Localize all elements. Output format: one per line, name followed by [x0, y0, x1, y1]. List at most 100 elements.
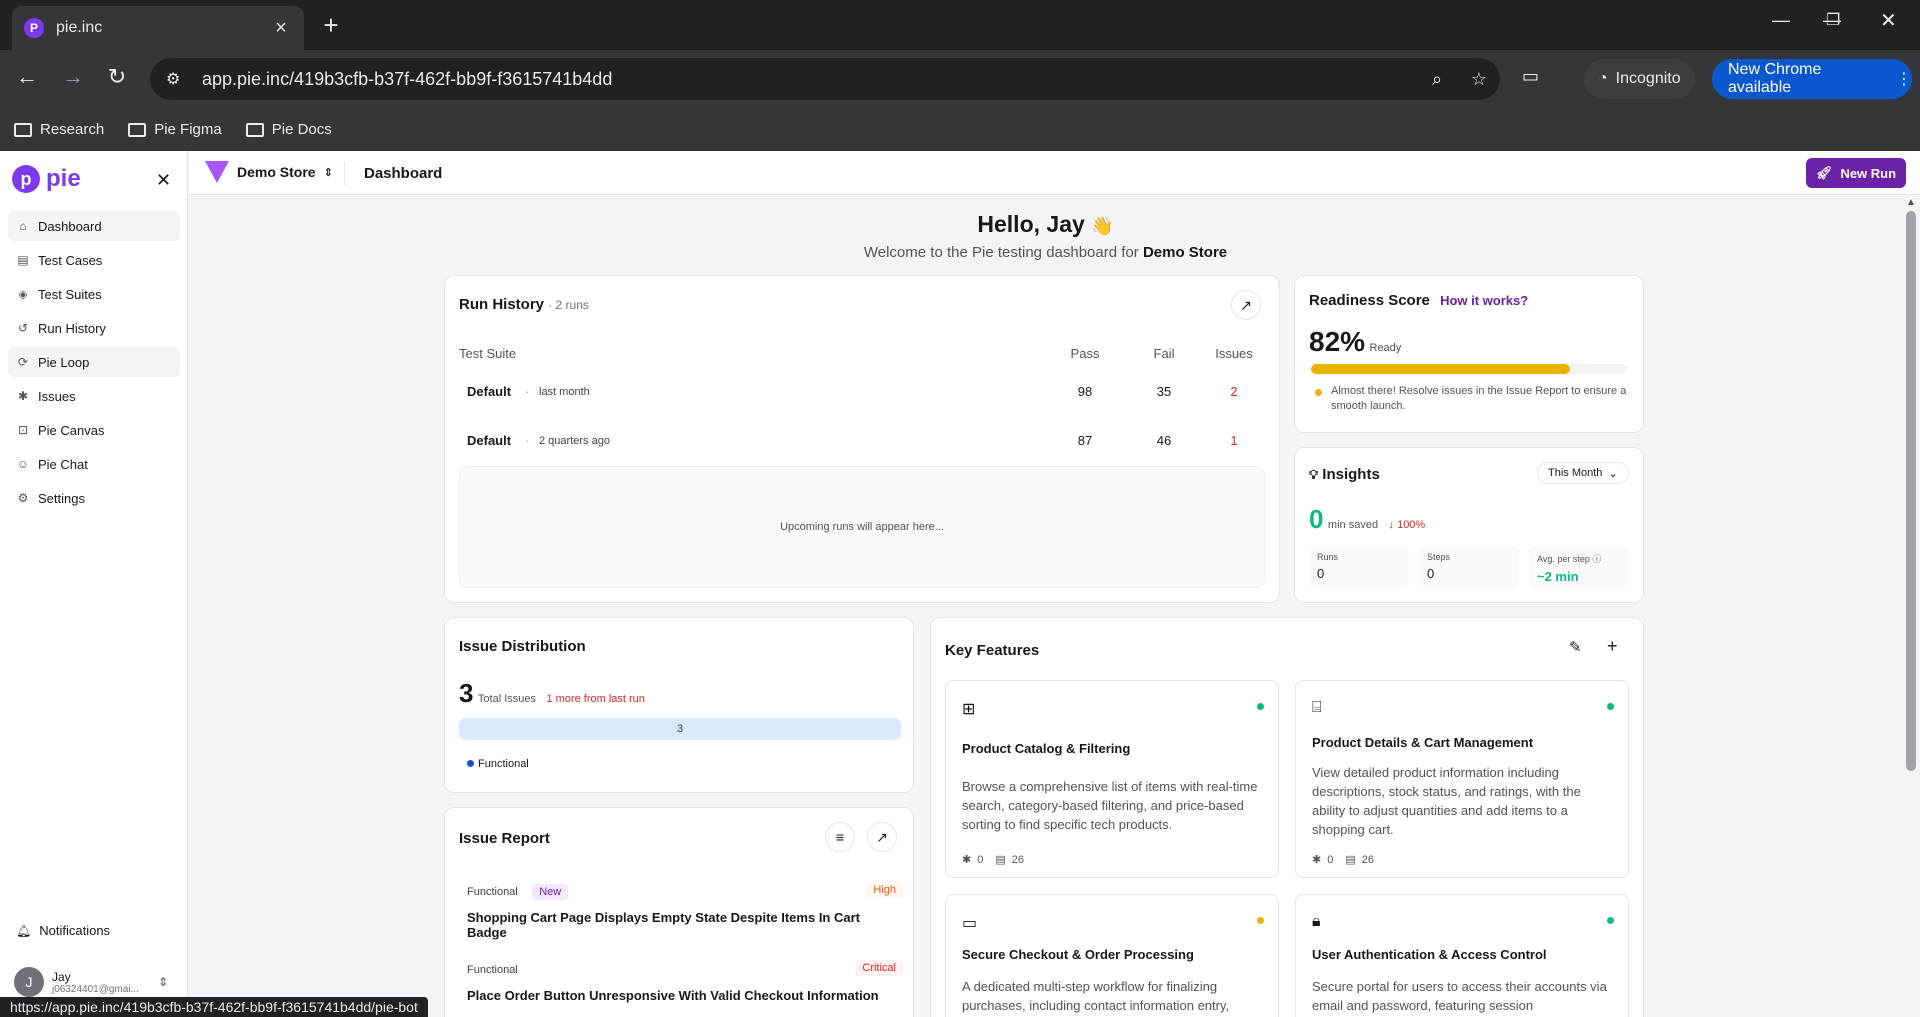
forward-icon[interactable]: → — [58, 64, 88, 90]
edit-pencil-icon[interactable]: ✎ — [1569, 638, 1582, 656]
list-item[interactable]: Functional Critical Place Order Button U… — [467, 960, 903, 1003]
user-email: j06324401@gmai... — [52, 983, 139, 995]
briefcase-icon: ⌸ — [1312, 699, 1322, 716]
restore-window-icon[interactable]: ❐ — [1826, 10, 1840, 30]
sidebar-item-run-history[interactable]: ↺ Run History — [8, 313, 180, 343]
feature-card-secure-checkout[interactable]: ▭ Secure Checkout & Order Processing A d… — [945, 894, 1279, 1017]
stat-runs: Runs 0 — [1309, 546, 1409, 588]
how-it-works-link[interactable]: How it works? — [1440, 293, 1528, 308]
new-run-button[interactable]: 🚀︎ New Run — [1806, 158, 1906, 188]
update-label: New Chrome available — [1728, 61, 1822, 96]
greeting: Hello, Jay 👋 Welcome to the Pie testing … — [189, 211, 1902, 261]
stat-value: 0 — [1317, 566, 1325, 581]
add-feature-icon[interactable]: + — [1607, 636, 1618, 657]
run-history-card: Run History · 2 runs ↗ Test Suite Pass F… — [444, 275, 1280, 603]
incognito-indicator[interactable]: ◔ Incognito — [1584, 59, 1695, 99]
page-scrollbar[interactable]: ▲ — [1902, 195, 1920, 1017]
scroll-thumb[interactable] — [1906, 211, 1916, 771]
subtitle-store: Demo Store — [1142, 244, 1228, 261]
sidebar-item-test-suites[interactable]: ◈ Test Suites — [8, 279, 180, 309]
legend-dot-icon — [467, 760, 474, 767]
row-issues: 2 — [1230, 384, 1238, 399]
sidebar-item-issues[interactable]: ✱ Issues — [8, 381, 180, 411]
new-run-label: New Run — [1840, 165, 1897, 181]
bookmark-label: Research — [40, 121, 105, 138]
open-issue-report-button[interactable]: ↗ — [867, 822, 897, 852]
sidebar-item-test-cases[interactable]: ▤ Test Cases — [8, 245, 180, 275]
user-info: Jay j06324401@gmai... — [52, 970, 139, 995]
close-window-icon[interactable]: ✕ — [1880, 8, 1897, 33]
period-value: This Month — [1548, 467, 1603, 479]
score-state: Ready — [1369, 342, 1402, 354]
back-icon[interactable]: ← — [12, 64, 42, 90]
feature-card-product-details[interactable]: ⌸ Product Details & Cart Management View… — [1295, 680, 1629, 878]
insights-card: 💡︎ Insights This Month ⌄ 0 min saved ↓ 1… — [1294, 447, 1644, 603]
tab-search-icon[interactable]: ▭ — [1522, 66, 1539, 87]
sidebar-item-label: Settings — [38, 490, 85, 506]
issue-report-title: Issue Report — [459, 830, 550, 847]
sidebar-item-notifications[interactable]: 🔔︎ Notifications — [16, 923, 110, 938]
kebab-menu-icon[interactable]: ⋮ — [1896, 69, 1912, 89]
pie-logo[interactable]: p pie — [12, 165, 81, 193]
sidebar-item-label: Test Suites — [38, 286, 102, 302]
table-row[interactable]: Default · last month 98 35 2 — [467, 384, 1257, 404]
info-icon[interactable]: ⓘ — [1592, 554, 1601, 564]
monitor-icon: ▭ — [962, 915, 978, 932]
site-info-icon[interactable]: ⚙ — [166, 69, 190, 89]
feature-title: Secure Checkout & Order Processing — [962, 947, 1194, 962]
divider — [344, 161, 345, 185]
zoom-icon[interactable]: ⌕ — [1416, 69, 1458, 90]
user-menu[interactable]: J Jay j06324401@gmai... — [14, 967, 139, 997]
new-tab-icon[interactable]: + — [318, 12, 344, 38]
reload-icon[interactable]: ↻ — [102, 64, 132, 90]
new-chrome-available-button[interactable]: New Chrome available ⋮ — [1712, 59, 1912, 99]
bookmark-star-icon[interactable]: ☆ — [1458, 69, 1500, 90]
notifications-label: Notifications — [39, 923, 111, 938]
sidebar-close-icon[interactable]: ✕ — [156, 170, 171, 191]
scroll-up-icon[interactable]: ▲ — [1906, 197, 1916, 208]
avatar: J — [14, 967, 44, 997]
separator-dot: · — [525, 433, 530, 448]
list-item[interactable]: Functional New High Shopping Cart Page D… — [467, 882, 903, 940]
tab-close-icon[interactable]: × — [270, 17, 292, 40]
open-run-history-button[interactable]: ↗ — [1231, 290, 1261, 320]
bookmark-research[interactable]: Research — [14, 121, 104, 138]
issue-meta: Functional — [467, 960, 903, 978]
sidebar-item-pie-chat[interactable]: ☺ Pie Chat — [8, 449, 180, 479]
separator-dot: · — [525, 384, 530, 399]
sidebar-item-label: Test Cases — [38, 252, 103, 268]
sidebar-item-dashboard[interactable]: ⌂ Dashboard — [8, 211, 180, 241]
bookmark-pie-figma[interactable]: Pie Figma — [128, 121, 222, 138]
col-header-suite: Test Suite — [459, 346, 517, 361]
browser-tab[interactable]: P pie.inc × — [12, 6, 304, 50]
minimize-window-icon[interactable]: — — [1772, 10, 1790, 31]
chevron-up-down-icon[interactable]: ⇕ — [158, 975, 168, 989]
test-count: 26 — [1361, 853, 1374, 866]
url-text[interactable]: app.pie.inc/419b3cfb-b37f-462f-bb9f-f361… — [202, 69, 1416, 90]
breadcrumb: Dashboard — [364, 165, 443, 182]
store-switcher[interactable]: Demo Store ⇕ — [205, 161, 333, 183]
distribution-bar[interactable]: 3 — [459, 718, 901, 740]
sidebar-item-settings[interactable]: ⚙ Settings — [8, 483, 180, 513]
period-select[interactable]: This Month ⌄ — [1537, 462, 1629, 484]
arrow-up-right-icon: ↗ — [876, 828, 888, 845]
gear-icon: ⚙ — [17, 491, 29, 505]
filter-button[interactable]: ≡ — [825, 822, 855, 852]
sidebar-item-pie-loop[interactable]: ⟳ Pie Loop — [8, 347, 180, 377]
table-row[interactable]: Default · 2 quarters ago 87 46 1 — [467, 433, 1257, 453]
rocket-icon: 🚀︎ — [1815, 165, 1833, 180]
sidebar-item-pie-canvas[interactable]: ⊡ Pie Canvas — [8, 415, 180, 445]
row-issues: 1 — [1230, 433, 1238, 448]
greeting-title: Hello, Jay — [977, 211, 1085, 237]
sidebar-item-label: Run History — [38, 320, 106, 336]
row-fail: 46 — [1156, 433, 1172, 448]
issue-meta: Functional New — [467, 882, 903, 900]
feature-card-product-catalog[interactable]: ⊞ Product Catalog & Filtering Browse a c… — [945, 680, 1279, 878]
greeting-subtitle: Welcome to the Pie testing dashboard for… — [189, 244, 1902, 261]
sidebar-item-label: Pie Loop — [38, 354, 90, 370]
feature-card-user-authentication[interactable]: 🔒︎ User Authentication & Access Control … — [1295, 894, 1629, 1017]
bookmark-pie-docs[interactable]: Pie Docs — [245, 121, 332, 138]
issue-distribution-title: Issue Distribution — [459, 638, 586, 655]
feature-title: Product Catalog & Filtering — [962, 741, 1131, 756]
address-bar[interactable]: ⚙ app.pie.inc/419b3cfb-b37f-462f-bb9f-f3… — [150, 58, 1500, 100]
